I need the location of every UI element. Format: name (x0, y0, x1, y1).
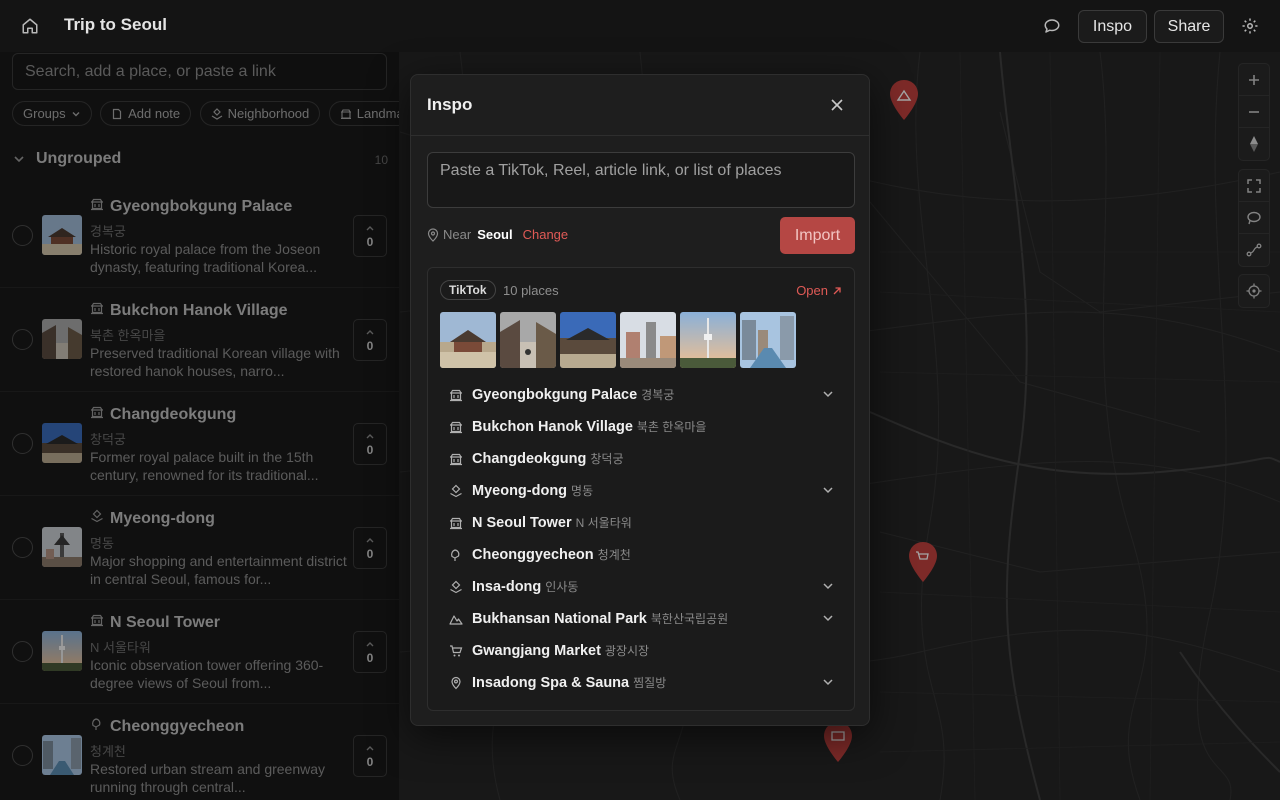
source-place-count: 10 places (503, 283, 559, 298)
photo-thumbnail[interactable] (620, 312, 676, 368)
near-location: Near Seoul Change (427, 227, 568, 242)
external-link-icon (833, 286, 841, 294)
imported-place-row[interactable]: Myeong-dong 명동 (440, 474, 844, 506)
photo-strip (440, 312, 796, 368)
comment-icon[interactable] (1040, 14, 1064, 38)
place-name-text: N Seoul Tower (472, 515, 572, 531)
landmark-icon (448, 451, 464, 467)
gear-icon[interactable] (1238, 14, 1262, 38)
landmark-icon (448, 387, 464, 403)
place-name-text: Insa-dong (472, 579, 542, 595)
photo-thumbnail[interactable] (740, 312, 796, 368)
import-button[interactable]: Import (780, 217, 855, 254)
home-icon[interactable] (18, 14, 42, 38)
chevron-down-icon[interactable] (822, 677, 834, 687)
imported-place-row[interactable]: Bukhansan National Park 북한산국립공원 (440, 602, 844, 634)
chevron-down-icon[interactable] (822, 581, 834, 591)
imported-place-name: Bukchon Hanok Village 북촌 한옥마을 (472, 418, 706, 435)
share-button[interactable]: Share (1154, 10, 1224, 43)
imported-place-name: Cheonggyecheon 청계천 (472, 546, 631, 563)
source-badge: TikTok (440, 280, 496, 300)
imported-place-korean: 경복궁 (641, 388, 675, 402)
paste-input[interactable]: Paste a TikTok, Reel, article link, or l… (427, 152, 855, 208)
imported-place-row[interactable]: Bukchon Hanok Village 북촌 한옥마을 (440, 410, 844, 442)
photo-thumbnail[interactable] (440, 312, 496, 368)
place-name-text: Insadong Spa & Sauna (472, 675, 630, 691)
cart-icon (448, 643, 464, 659)
imported-place-korean: 명동 (571, 484, 594, 498)
near-label: Near (443, 227, 472, 242)
photo-thumbnail[interactable] (680, 312, 736, 368)
inspo-modal: Inspo Paste a TikTok, Reel, article link… (410, 74, 870, 726)
photo-thumbnail[interactable] (560, 312, 616, 368)
landmark-icon (448, 515, 464, 531)
place-name-text: Bukchon Hanok Village (472, 419, 633, 435)
imported-place-row[interactable]: Gyeongbokgung Palace 경복궁 (440, 378, 844, 410)
pin-icon (448, 675, 464, 691)
imported-place-name: Changdeokgung 창덕궁 (472, 450, 624, 467)
place-name-text: Cheonggyecheon (472, 547, 594, 563)
neighborhood-icon (448, 483, 464, 499)
imported-place-row[interactable]: Cheonggyecheon 청계천 (440, 538, 844, 570)
open-source-link[interactable]: Open (796, 283, 842, 298)
change-location-link[interactable]: Change (523, 227, 569, 242)
imported-place-row[interactable]: Insa-dong 인사동 (440, 570, 844, 602)
imported-place-name: Gyeongbokgung Palace 경복궁 (472, 386, 674, 403)
place-name-text: Myeong-dong (472, 483, 568, 499)
near-city: Seoul (477, 227, 513, 242)
open-label: Open (796, 283, 828, 298)
place-name-text: Changdeokgung (472, 451, 587, 467)
mountain-icon (448, 611, 464, 627)
imported-place-row[interactable]: N Seoul Tower N 서울타워 (440, 506, 844, 538)
imported-place-korean: 인사동 (545, 580, 579, 594)
trip-title: Trip to Seoul (64, 15, 167, 34)
pin-icon (427, 227, 439, 242)
chevron-down-icon[interactable] (822, 485, 834, 495)
close-icon[interactable] (829, 97, 845, 113)
chevron-down-icon[interactable] (822, 389, 834, 399)
imported-place-korean: 북촌 한옥마을 (636, 420, 707, 434)
inspo-button[interactable]: Inspo (1078, 10, 1147, 43)
neighborhood-icon (448, 579, 464, 595)
imported-place-korean: 청계천 (597, 548, 631, 562)
imported-place-name: Insadong Spa & Sauna 찜질방 (472, 674, 666, 691)
app-header: Trip to Seoul Inspo Share (0, 0, 1280, 52)
imported-place-name: Insa-dong 인사동 (472, 578, 578, 595)
park-icon (448, 547, 464, 563)
imported-place-name: Myeong-dong 명동 (472, 482, 593, 499)
place-name-text: Bukhansan National Park (472, 611, 647, 627)
landmark-icon (448, 419, 464, 435)
imported-place-name: Bukhansan National Park 북한산국립공원 (472, 610, 728, 627)
place-name-text: Gwangjang Market (472, 643, 601, 659)
imported-place-row[interactable]: Insadong Spa & Sauna 찜질방 (440, 666, 844, 698)
imported-place-korean: N 서울타워 (575, 516, 632, 530)
place-name-text: Gyeongbokgung Palace (472, 387, 638, 403)
imported-place-row[interactable]: Gwangjang Market 광장시장 (440, 634, 844, 666)
imported-place-korean: 찜질방 (633, 676, 667, 690)
imported-place-list: Gyeongbokgung Palace 경복궁 Bukchon Hanok Vil… (440, 378, 844, 698)
imported-place-korean: 광장시장 (604, 644, 650, 658)
modal-divider (411, 135, 869, 136)
imported-place-korean: 북한산국립공원 (650, 612, 729, 626)
imported-place-korean: 창덕궁 (590, 452, 624, 466)
photo-thumbnail[interactable] (500, 312, 556, 368)
imported-place-name: N Seoul Tower N 서울타워 (472, 514, 632, 531)
import-result-card: TikTok 10 places Open Gyeongbokgung Pala… (427, 267, 855, 711)
chevron-down-icon[interactable] (822, 613, 834, 623)
modal-title: Inspo (427, 95, 473, 114)
imported-place-name: Gwangjang Market 광장시장 (472, 642, 649, 659)
imported-place-row[interactable]: Changdeokgung 창덕궁 (440, 442, 844, 474)
